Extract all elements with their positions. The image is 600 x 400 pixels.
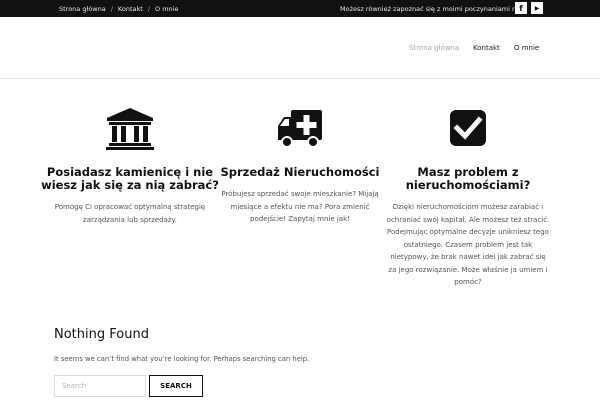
feature-text: Pomogę Ci opracować optymalną strategię …	[54, 203, 206, 224]
social-text: Możesz również zapoznać się z moimi pocz…	[340, 4, 523, 13]
not-found-message: It seems we can’t find what you’re looki…	[54, 355, 310, 363]
feature-title: Posiadasz kamienicę i nie wiesz jak się …	[41, 165, 219, 192]
ambulance-icon	[278, 110, 322, 148]
nav-item-about[interactable]: O mnie	[514, 17, 539, 79]
checkbox-icon	[450, 110, 486, 146]
top-link-about[interactable]: O mnie	[155, 5, 178, 13]
feature-title: Masz problem z nieruchomościami?	[405, 165, 531, 192]
page-title: Nothing Found	[54, 327, 149, 342]
breadcrumb-separator: /	[147, 4, 151, 13]
facebook-icon[interactable]: f	[515, 2, 527, 14]
bank-icon	[106, 108, 154, 150]
search-button[interactable]: SEARCH	[149, 375, 203, 397]
youtube-icon[interactable]: ▶	[531, 2, 543, 14]
feature-column-problems: Masz problem z nieruchomościami? Dzięki …	[378, 106, 558, 289]
feature-text: Próbujesz sprzedać swoje mieszkanie? Mij…	[221, 190, 379, 223]
search-input[interactable]	[54, 375, 146, 397]
feature-column-tenement: Posiadasz kamienicę i nie wiesz jak się …	[40, 106, 220, 226]
top-link-home[interactable]: Strona główna	[59, 5, 106, 13]
top-links: Strona główna / Kontakt / O mnie	[59, 0, 178, 17]
feature-column-sales: Sprzedaż Nieruchomości Próbujesz sprzeda…	[210, 106, 390, 226]
nav-item-contact[interactable]: Kontakt	[473, 17, 500, 79]
site-header: Strona główna Kontakt O mnie	[0, 17, 600, 79]
feature-title: Sprzedaż Nieruchomości	[220, 165, 380, 179]
nav-item-home[interactable]: Strona główna	[409, 17, 459, 79]
breadcrumb-separator: /	[110, 4, 113, 13]
top-bar: Strona główna / Kontakt / O mnie Możesz …	[0, 0, 600, 17]
feature-text: Dzięki nieruchomościom możesz zarabiać i…	[386, 203, 550, 286]
top-link-contact[interactable]: Kontakt	[118, 5, 143, 13]
